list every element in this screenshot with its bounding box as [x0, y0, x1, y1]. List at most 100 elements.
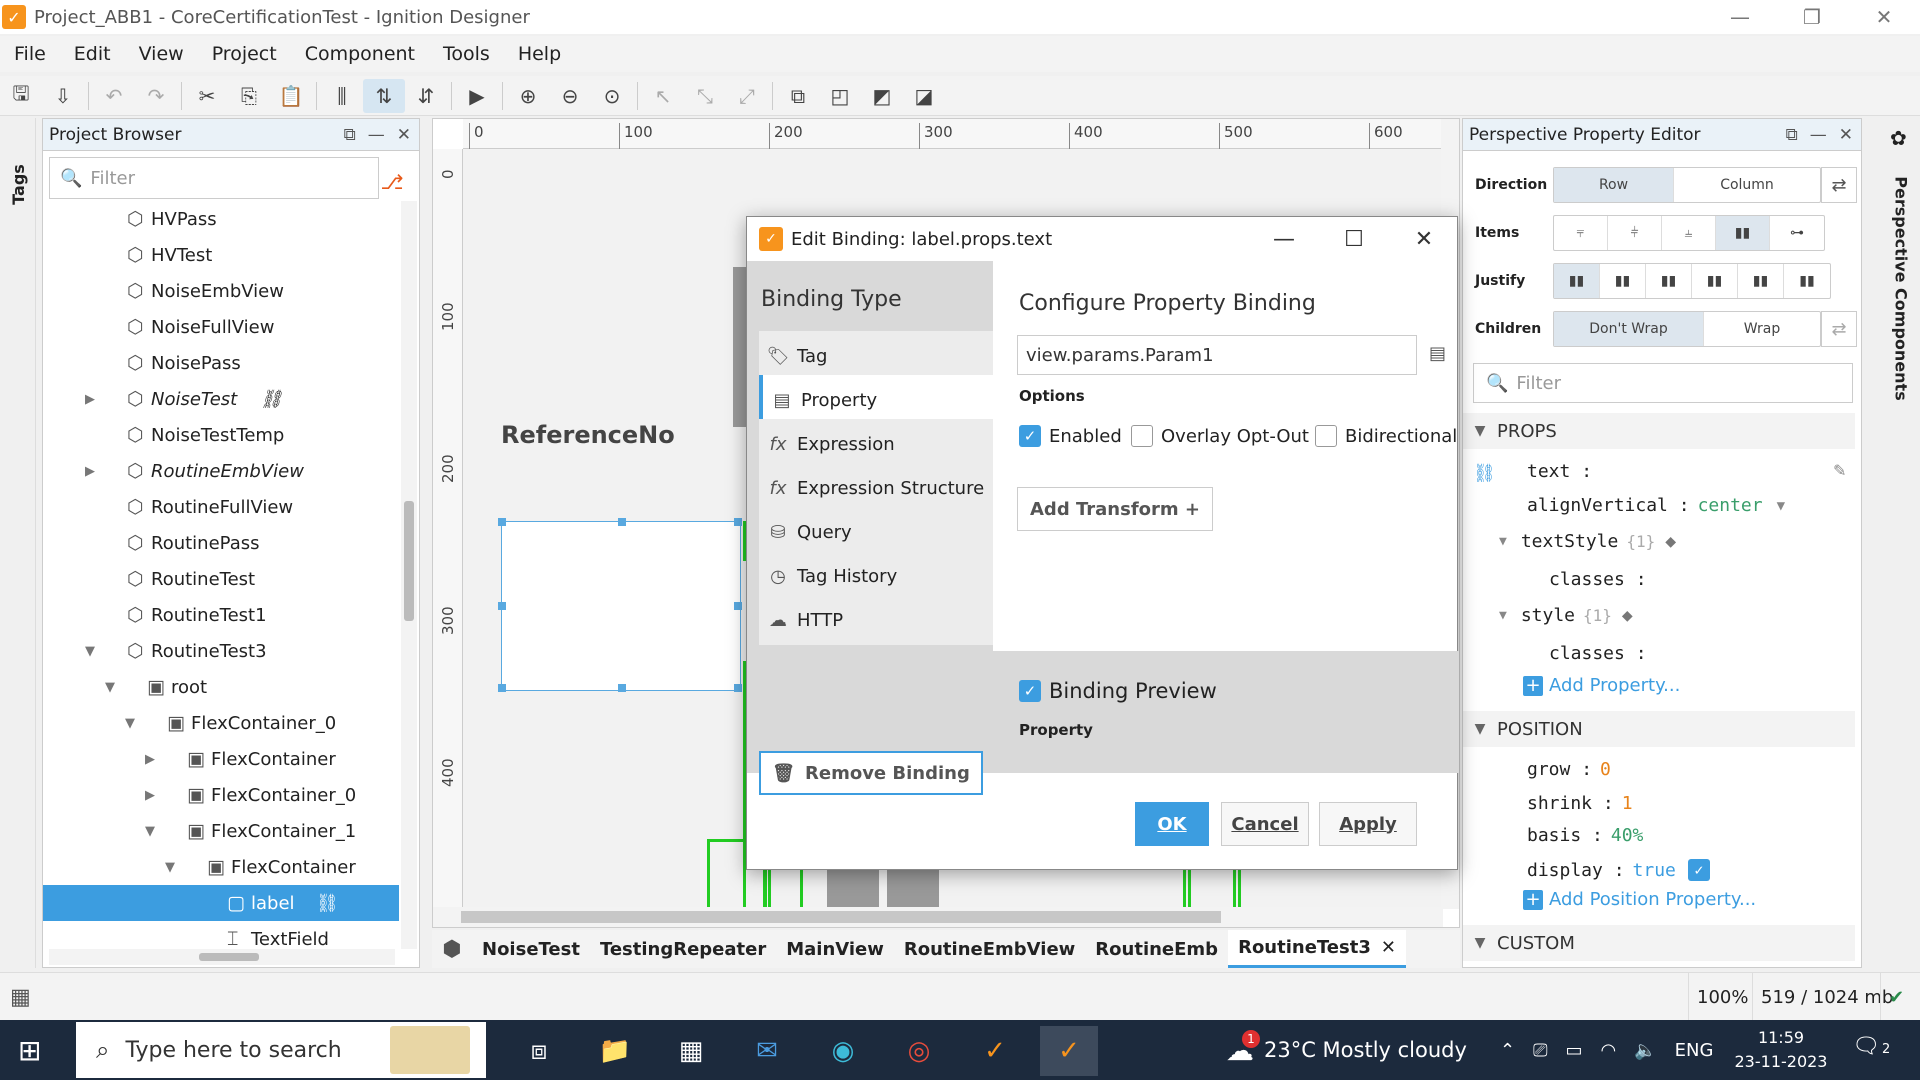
selected-label-component[interactable]: [498, 518, 742, 692]
tree-item[interactable]: ▶ ⬡ RoutineEmbView: [43, 453, 399, 489]
tree-item[interactable]: ⬡ RoutineTest1: [43, 597, 399, 633]
option-bidirectional[interactable]: Bidirectional: [1315, 425, 1457, 447]
view-tab[interactable]: RoutineTest3 ✕: [1228, 930, 1406, 968]
chevron-right-icon[interactable]: ▶: [85, 392, 101, 407]
view-tab[interactable]: MainView: [776, 930, 894, 968]
binding-type-expression-structure[interactable]: fx Expression Structure: [759, 463, 993, 513]
binding-type-tag[interactable]: 🏷 Tag: [759, 331, 993, 381]
prop-basis[interactable]: basis : 40%: [1527, 825, 1643, 846]
mail-icon[interactable]: ✉: [738, 1026, 796, 1076]
binding-preview-toggle[interactable]: ✓ Binding Preview: [1019, 679, 1217, 703]
binding-edit-icon[interactable]: ✎: [1833, 461, 1846, 480]
tree-item[interactable]: ▶ ▣ FlexContainer_0: [43, 777, 399, 813]
menu-help[interactable]: Help: [504, 43, 575, 65]
remove-binding-button[interactable]: 🗑 Remove Binding: [759, 751, 983, 795]
chevron-right-icon[interactable]: ▶: [145, 752, 161, 767]
store-icon[interactable]: ▦: [662, 1026, 720, 1076]
align-end-icon[interactable]: ⫨: [1662, 216, 1716, 250]
close-button[interactable]: ✕: [1848, 0, 1920, 34]
apply-button[interactable]: Apply: [1319, 802, 1417, 846]
network-device-icon[interactable]: ⎚: [1533, 1040, 1547, 1061]
justify-between-icon[interactable]: ▮▮: [1692, 264, 1738, 298]
chevron-down-icon[interactable]: ▼: [165, 860, 181, 875]
option-overlay-opt-out[interactable]: Overlay Opt-Out: [1131, 425, 1309, 447]
binding-type-tag-history[interactable]: ◷ Tag History: [759, 551, 993, 601]
windows-start-icon[interactable]: ⊞: [18, 1034, 41, 1067]
dialog-close-button[interactable]: ✕: [1389, 217, 1459, 261]
tree-item[interactable]: ▼ ▣ FlexContainer: [43, 849, 399, 885]
minimize-button[interactable]: —: [1704, 0, 1776, 34]
minimize-panel-icon[interactable]: —: [368, 125, 385, 145]
canvas-horizontal-scrollbar[interactable]: [433, 907, 1443, 927]
pointer-alt-icon[interactable]: ⤢: [726, 79, 768, 113]
ignition-launcher-icon[interactable]: ✓: [966, 1026, 1024, 1076]
tree-item[interactable]: ▼ ▣ FlexContainer_1: [43, 813, 399, 849]
close-panel-icon[interactable]: ✕: [1839, 125, 1853, 145]
play-icon[interactable]: ▶: [456, 79, 498, 113]
align-icon[interactable]: ⫼: [321, 79, 363, 113]
notification-center-icon[interactable]: 🗨 2: [1852, 1034, 1890, 1059]
justify-center-icon[interactable]: ▮▮: [1600, 264, 1646, 298]
tree-item[interactable]: ⬡ RoutinePass: [43, 525, 399, 561]
float-icon[interactable]: ⧉: [1786, 125, 1798, 145]
prop-shrink[interactable]: shrink : 1: [1527, 793, 1633, 814]
pointer-icon[interactable]: ⤡: [684, 79, 726, 113]
tree-item[interactable]: ⬡ NoiseFullView: [43, 309, 399, 345]
weather-widget[interactable]: ☁ 1 23°C Mostly cloudy: [1226, 1020, 1467, 1080]
justify-end-icon[interactable]: ▮▮: [1646, 264, 1692, 298]
language-indicator[interactable]: ENG: [1675, 1040, 1714, 1061]
zoom-in-icon[interactable]: ⊕: [507, 79, 549, 113]
task-view-icon[interactable]: ⧈: [510, 1026, 568, 1076]
restore-button[interactable]: ❐: [1776, 0, 1848, 34]
prop-grow[interactable]: grow : 0: [1527, 759, 1611, 780]
zoom-fit-icon[interactable]: ⊙: [591, 79, 633, 113]
dialog-minimize-button[interactable]: —: [1249, 217, 1319, 261]
chevron-down-icon[interactable]: ▼: [1499, 534, 1507, 549]
distribute-icon[interactable]: ⇅: [363, 78, 405, 113]
custom-section-header[interactable]: ▼ CUSTOM: [1463, 925, 1855, 961]
direction-row-button[interactable]: Row: [1554, 168, 1674, 202]
project-filter-input[interactable]: 🔍 Filter: [49, 157, 379, 199]
chevron-down-icon[interactable]: ▼: [1777, 498, 1785, 514]
cancel-button[interactable]: Cancel: [1221, 802, 1309, 846]
prop-style-classes[interactable]: classes :: [1549, 643, 1647, 664]
file-explorer-icon[interactable]: 📁: [586, 1026, 644, 1076]
palette-icon[interactable]: ✿: [1890, 126, 1907, 150]
view-tab[interactable]: RoutineEmb: [1085, 930, 1228, 968]
menu-component[interactable]: Component: [291, 43, 429, 65]
browse-properties-icon[interactable]: ▤: [1429, 343, 1446, 364]
tree-vertical-scrollbar[interactable]: [401, 201, 417, 949]
direction-column-button[interactable]: Column: [1674, 168, 1820, 202]
edge-browser-icon[interactable]: ◉: [814, 1026, 872, 1076]
preview-checkbox[interactable]: ✓: [1019, 680, 1041, 702]
tree-horizontal-scrollbar[interactable]: [49, 949, 395, 965]
wifi-icon[interactable]: ◠: [1601, 1040, 1617, 1061]
paste-icon[interactable]: 📋: [270, 79, 312, 113]
tree-item[interactable]: ⬡ HVTest: [43, 237, 399, 273]
option-enabled[interactable]: ✓ Enabled: [1019, 425, 1122, 447]
cut-icon[interactable]: ✂: [186, 79, 228, 113]
props-section-header[interactable]: ▼ PROPS: [1463, 413, 1855, 449]
align-stretch-icon[interactable]: ▮▮: [1716, 216, 1770, 250]
display-checkbox[interactable]: ✓: [1687, 859, 1710, 881]
ungroup-icon[interactable]: ◰: [819, 79, 861, 113]
tree-item[interactable]: ▶ ⬡ NoiseTest ⛓: [43, 381, 399, 417]
chevron-down-icon[interactable]: ▼: [145, 824, 161, 839]
chevron-right-icon[interactable]: ▶: [85, 464, 101, 479]
ok-button[interactable]: OK: [1135, 802, 1209, 846]
chevron-down-icon[interactable]: ▼: [125, 716, 141, 731]
zoom-out-icon[interactable]: ⊖: [549, 79, 591, 113]
redo-icon[interactable]: ↷: [135, 79, 177, 113]
property-filter-input[interactable]: 🔍 Filter: [1473, 363, 1853, 403]
perspective-components-tab[interactable]: Perspective Components: [1886, 158, 1916, 418]
grid-icon[interactable]: ▦: [10, 985, 31, 1010]
binding-link-icon[interactable]: ⛓: [1473, 463, 1496, 484]
swap-icon[interactable]: ⇄: [1821, 311, 1857, 347]
dialog-maximize-button[interactable]: ☐: [1319, 217, 1389, 261]
binding-type-query[interactable]: ⛁ Query: [759, 507, 993, 557]
select-icon[interactable]: ↖: [642, 79, 684, 113]
view-tab[interactable]: NoiseTest: [472, 930, 590, 968]
binding-type-expression[interactable]: fx Expression: [759, 419, 993, 469]
menu-project[interactable]: Project: [198, 43, 291, 65]
prop-text[interactable]: text :: [1527, 461, 1592, 482]
